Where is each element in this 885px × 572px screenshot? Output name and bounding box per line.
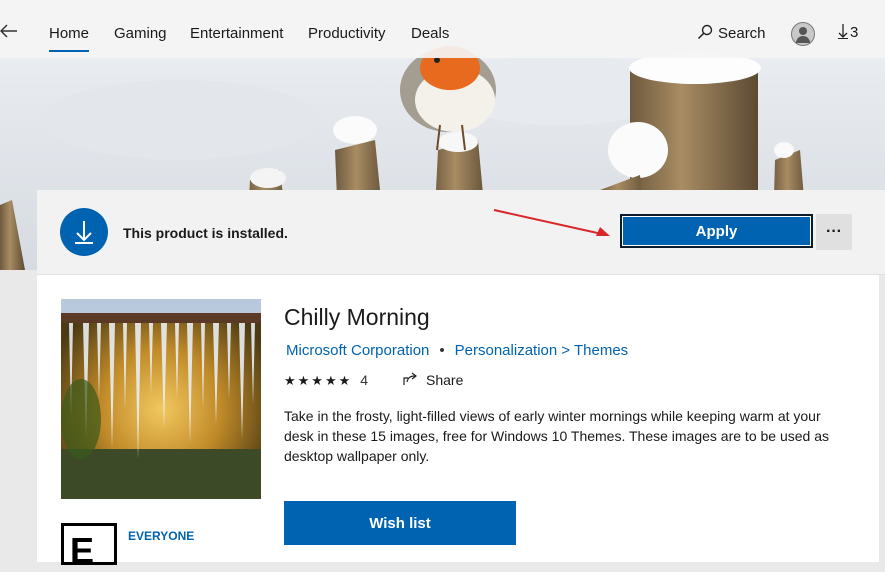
rating[interactable]: ★★★★★ 4 — [284, 372, 368, 389]
install-status-text: This product is installed. — [123, 225, 288, 241]
product-meta: Microsoft Corporation • Personalization > Th… — [286, 342, 628, 359]
rating-count: 4 — [360, 372, 369, 388]
back-arrow-icon[interactable] — [0, 22, 18, 42]
more-options-button[interactable]: ··· — [816, 214, 852, 250]
star-rating-icon: ★★★★★ — [284, 373, 353, 388]
product-thumbnail — [61, 299, 261, 499]
age-rating-link[interactable]: EVERYONE — [128, 529, 194, 543]
tab-deals[interactable]: Deals — [411, 25, 449, 42]
download-icon — [838, 24, 848, 39]
installed-download-icon — [60, 208, 108, 256]
category-link[interactable]: Personalization — [455, 342, 558, 359]
esrb-letter: E — [70, 530, 95, 571]
esrb-rating-badge: E — [61, 523, 117, 571]
tab-gaming[interactable]: Gaming — [114, 25, 167, 42]
annotation-arrow-icon — [493, 209, 610, 236]
tab-productivity[interactable]: Productivity — [308, 25, 386, 42]
wish-list-button[interactable]: Wish list — [284, 501, 516, 545]
account-avatar-icon[interactable] — [791, 22, 815, 46]
share-button[interactable]: Share — [402, 372, 463, 388]
tab-home[interactable]: Home — [49, 25, 90, 52]
search-button[interactable]: Search — [697, 24, 766, 42]
product-description: Take in the frosty, light-filled views o… — [284, 408, 829, 464]
meta-separator-dot: • — [439, 342, 445, 359]
top-nav-bar: Home Gaming Entertainment Productivity D… — [0, 0, 885, 58]
publisher-link[interactable]: Microsoft Corporation — [286, 342, 429, 359]
share-icon — [403, 372, 417, 385]
tab-entertainment[interactable]: Entertainment — [190, 25, 283, 42]
apply-button[interactable]: Apply — [620, 214, 813, 248]
category-separator: > — [561, 342, 570, 359]
share-label: Share — [426, 372, 464, 388]
search-label: Search — [718, 25, 766, 42]
installed-banner: This product is installed. Apply ··· — [37, 190, 885, 275]
downloads-button[interactable]: 3 — [838, 24, 858, 41]
product-title: Chilly Morning — [284, 304, 430, 330]
subcategory-link[interactable]: Themes — [574, 342, 628, 359]
downloads-count: 3 — [850, 24, 859, 41]
product-details-card: Chilly Morning Microsoft Corporation • Per… — [37, 275, 885, 571]
right-edge-divider — [879, 275, 885, 562]
search-icon — [697, 24, 713, 40]
